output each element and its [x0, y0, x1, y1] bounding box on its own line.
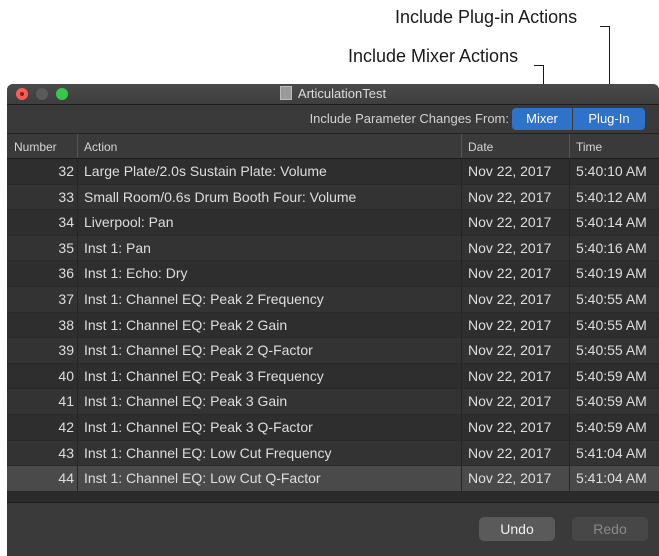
callout-mixer-actions: Include Mixer Actions — [348, 46, 519, 66]
row-number: 40 — [58, 367, 74, 384]
table-row[interactable]: 35 Inst 1: Pan Nov 22, 2017 5:40:16 AM — [7, 235, 659, 262]
row-time: 5:41:04 AM — [576, 470, 647, 487]
table-row[interactable]: 33 Small Room/0.6s Drum Booth Four: Volum… — [7, 184, 659, 211]
row-time: 5:40:10 AM — [576, 163, 647, 179]
row-number: 37 — [58, 290, 74, 307]
col-time-header[interactable]: Time — [576, 140, 602, 154]
row-date: Nov 22, 2017 — [468, 470, 552, 487]
title-bar: ArticulationTest — [7, 84, 659, 105]
row-action: Inst 1: Channel EQ: Peak 2 Gain — [84, 316, 288, 333]
row-date: Nov 22, 2017 — [468, 444, 552, 461]
table-row[interactable]: 43 Inst 1: Channel EQ: Low Cut Frequency N… — [7, 440, 659, 467]
callout-plugin-actions: Include Plug-in Actions — [395, 7, 578, 27]
row-number: 39 — [58, 342, 74, 359]
row-action: Inst 1: Channel EQ: Peak 3 Q-Factor — [84, 418, 313, 435]
row-action: Inst 1: Echo: Dry — [84, 265, 188, 282]
table-row[interactable]: 41 Inst 1: Channel EQ: Peak 3 Gain Nov 22,… — [7, 389, 659, 415]
row-number: 33 — [58, 188, 74, 205]
row-action: Liverpool: Pan — [84, 214, 174, 231]
row-number: 43 — [58, 444, 74, 461]
row-date: Nov 22, 2017 — [468, 316, 552, 333]
row-time: 5:40:59 AM — [576, 418, 647, 435]
table-row[interactable]: 44 Inst 1: Channel EQ: Low Cut Q-Factor No… — [7, 466, 659, 492]
articulation-window: ArticulationTest Include Parameter Chang… — [7, 84, 659, 556]
row-action: Inst 1: Channel EQ: Peak 3 Gain — [84, 393, 288, 410]
row-action: Large Plate/2.0s Sustain Plate: Volume — [84, 163, 327, 179]
row-action: Inst 1: Channel EQ: Low Cut Q-Factor — [84, 470, 321, 487]
toolbar: Include Parameter Changes From: Mixer Pl… — [7, 105, 659, 134]
window-title-wrap: ArticulationTest — [7, 86, 659, 101]
footer-bar: Undo Redo — [7, 502, 659, 556]
actions-table: Number Action Date Time 32 Large Plate/2.… — [7, 134, 659, 492]
mixer-toggle-button[interactable]: Mixer — [512, 108, 572, 130]
table-row[interactable]: 42 Inst 1: Channel EQ: Peak 3 Q-Factor Nov… — [7, 414, 659, 441]
row-date: Nov 22, 2017 — [468, 290, 552, 307]
row-number: 38 — [58, 316, 74, 333]
row-date: Nov 22, 2017 — [468, 239, 552, 256]
row-date: Nov 22, 2017 — [468, 188, 552, 205]
row-action: Inst 1: Channel EQ: Peak 2 Frequency — [84, 290, 324, 307]
row-date: Nov 22, 2017 — [468, 342, 552, 359]
row-date: Nov 22, 2017 — [468, 265, 552, 282]
row-time: 5:40:55 AM — [576, 316, 647, 333]
row-date: Nov 22, 2017 — [468, 163, 552, 179]
table-row[interactable]: 40 Inst 1: Channel EQ: Peak 3 Frequency No… — [7, 363, 659, 390]
row-time: 5:40:55 AM — [576, 290, 647, 307]
row-time: 5:40:12 AM — [576, 188, 647, 205]
table-row[interactable]: 38 Inst 1: Channel EQ: Peak 2 Gain Nov 22,… — [7, 312, 659, 339]
row-time: 5:41:04 AM — [576, 444, 647, 461]
table-row[interactable]: 37 Inst 1: Channel EQ: Peak 2 Frequency No… — [7, 286, 659, 313]
row-action: Inst 1: Channel EQ: Peak 3 Frequency — [84, 367, 324, 384]
plugin-toggle-button[interactable]: Plug-In — [573, 108, 645, 130]
row-time: 5:40:55 AM — [576, 342, 647, 359]
col-action-header[interactable]: Action — [84, 140, 117, 154]
col-date-header[interactable]: Date — [468, 140, 493, 154]
row-time: 5:40:19 AM — [576, 265, 647, 282]
col-number-header[interactable]: Number — [14, 140, 57, 154]
undo-button[interactable]: Undo — [479, 517, 555, 541]
table-header: Number Action Date Time — [7, 134, 659, 159]
row-number: 32 — [58, 163, 74, 179]
table-body: 32 Large Plate/2.0s Sustain Plate: Volume… — [7, 159, 659, 492]
row-date: Nov 22, 2017 — [468, 418, 552, 435]
table-row[interactable]: 39 Inst 1: Channel EQ: Peak 2 Q-Factor Nov… — [7, 338, 659, 364]
window-title: ArticulationTest — [297, 86, 387, 101]
row-number: 42 — [58, 418, 74, 435]
document-icon — [279, 86, 292, 100]
table-row[interactable]: 32 Large Plate/2.0s Sustain Plate: Volume… — [7, 159, 659, 185]
row-action: Inst 1: Channel EQ: Peak 2 Q-Factor — [84, 342, 313, 359]
row-number: 41 — [58, 393, 74, 410]
row-number: 34 — [58, 214, 74, 231]
table-row[interactable]: 36 Inst 1: Echo: Dry Nov 22, 2017 5:40:19 A… — [7, 261, 659, 287]
row-date: Nov 22, 2017 — [468, 393, 552, 410]
row-number: 44 — [58, 470, 74, 487]
row-time: 5:40:14 AM — [576, 214, 647, 231]
row-time: 5:40:59 AM — [576, 367, 647, 384]
row-number: 36 — [58, 265, 74, 282]
row-date: Nov 22, 2017 — [468, 214, 552, 231]
row-date: Nov 22, 2017 — [468, 367, 552, 384]
parameter-changes-label: Include Parameter Changes From: — [309, 111, 509, 126]
redo-button[interactable]: Redo — [572, 517, 648, 541]
row-action: Small Room/0.6s Drum Booth Four: Volume — [84, 188, 357, 205]
table-row[interactable]: 34 Liverpool: Pan Nov 22, 2017 5:40:14 AM — [7, 210, 659, 236]
row-action: Inst 1: Channel EQ: Low Cut Frequency — [84, 444, 332, 461]
row-action: Inst 1: Pan — [84, 239, 151, 256]
row-time: 5:40:59 AM — [576, 393, 647, 410]
row-time: 5:40:16 AM — [576, 239, 647, 256]
row-number: 35 — [58, 239, 74, 256]
